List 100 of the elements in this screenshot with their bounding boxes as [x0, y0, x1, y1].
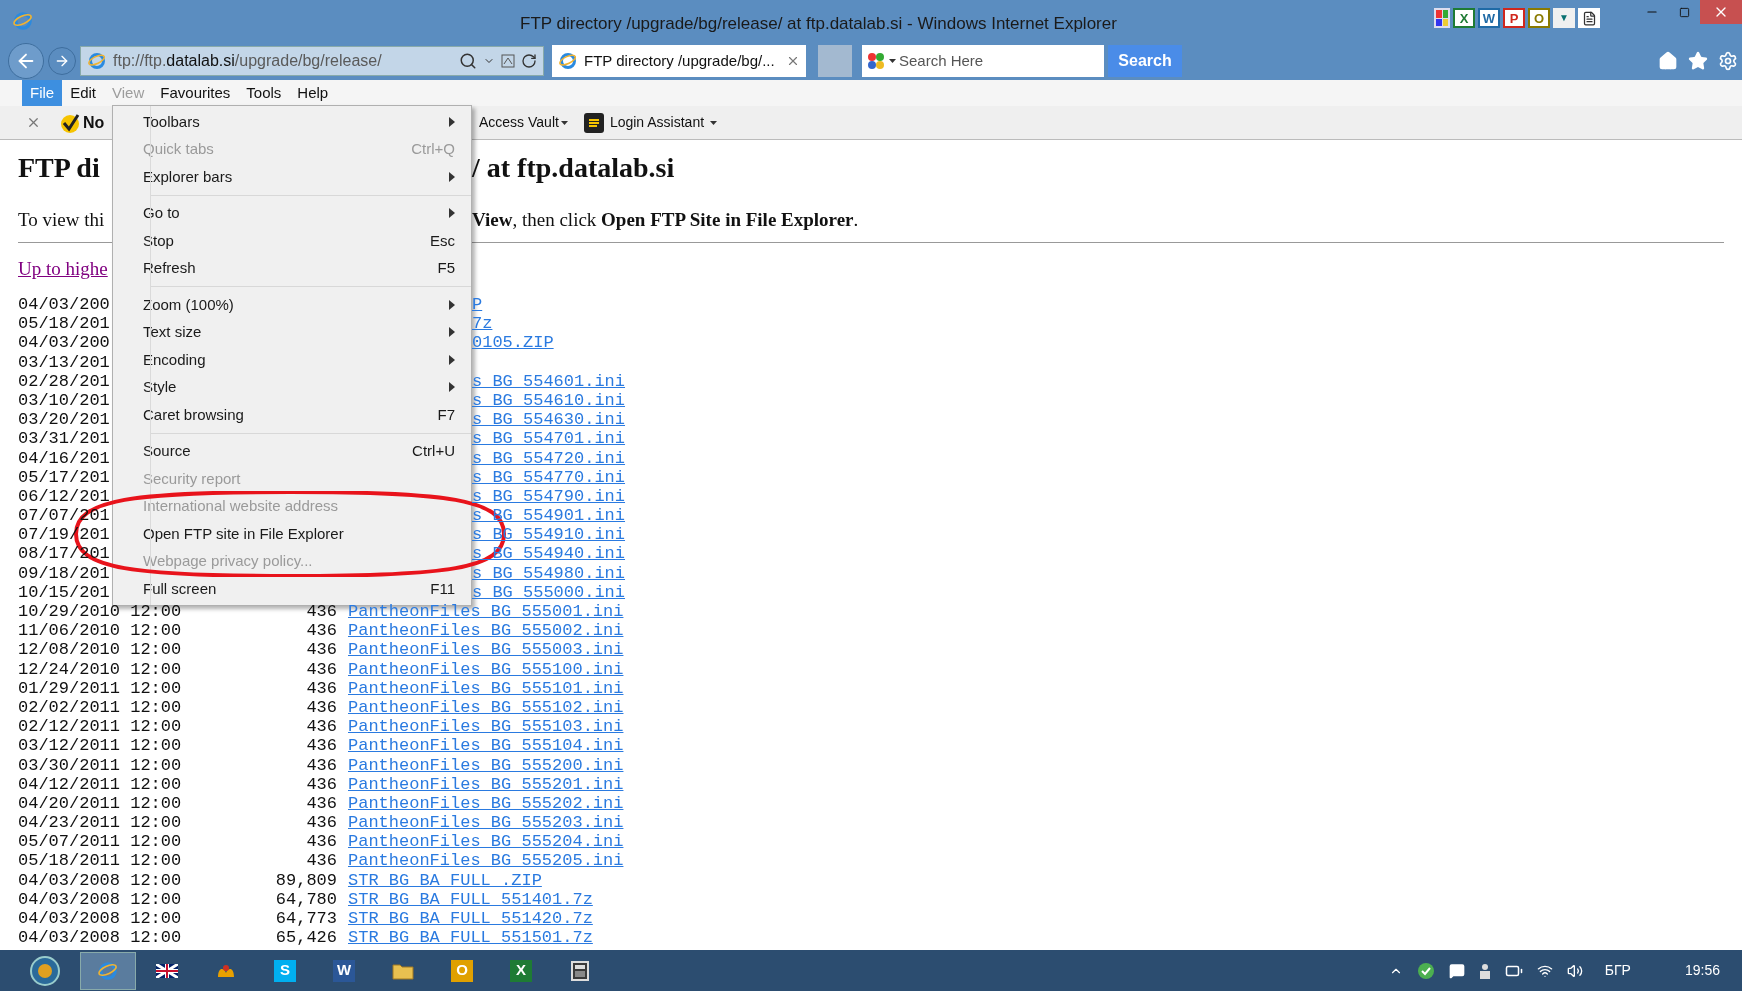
file-date: 04/23/2011 12:00 [18, 813, 182, 833]
caret-icon [710, 120, 718, 125]
file-link[interactable]: PantheonFiles BG 555201.ini [348, 774, 624, 794]
menu-bar-item[interactable]: Tools [238, 80, 290, 106]
file-link[interactable]: PantheonFiles BG 555003.ini [348, 640, 624, 660]
file-date: 01/29/2011 12:00 [18, 678, 182, 698]
menu-item[interactable]: Caret browsing F7 [113, 401, 471, 429]
file-link[interactable]: s BG 554601.ini [472, 371, 626, 391]
file-link[interactable]: s BG 554980.ini [472, 563, 626, 583]
toolbar-button[interactable]: P [1503, 8, 1525, 28]
file-date: 04/20/2011 12:00 [18, 793, 182, 813]
menu-item[interactable]: Source Ctrl+U [113, 437, 471, 465]
refresh-icon[interactable] [521, 53, 537, 69]
file-date: 04/03/2008 12:00 [18, 889, 182, 909]
menu-item[interactable]: Full screen F11 [113, 575, 471, 603]
file-link[interactable]: s BG 554630.ini [472, 410, 626, 430]
file-link[interactable]: 7z [472, 314, 493, 334]
file-link[interactable]: PantheonFiles BG 555104.ini [348, 736, 624, 756]
shield-check-icon[interactable] [1416, 961, 1435, 980]
menu-bar-item[interactable]: Favourites [152, 80, 239, 106]
file-link[interactable]: s BG 554610.ini [472, 390, 626, 411]
message-icon[interactable] [1448, 962, 1465, 979]
file-link[interactable]: PantheonFiles BG 555200.ini [348, 755, 624, 775]
menu-bar-item[interactable]: View [104, 80, 153, 106]
file-size: 436 [306, 602, 337, 622]
menu-item[interactable]: Encoding [113, 346, 471, 374]
notepad-icon [583, 112, 604, 133]
menu-item[interactable]: Zoom (100%) [113, 291, 471, 319]
menu-bar-item[interactable]: Help [289, 80, 337, 106]
file-link[interactable]: STR BG BA FULL .ZIP [348, 870, 542, 890]
menu-bar-item[interactable]: File [22, 80, 63, 106]
pinwheel-logo-icon [866, 51, 886, 71]
browser-tab[interactable]: FTP directory /upgrade/bg/... [552, 45, 806, 77]
address-bar[interactable]: ftp://ftp.datalab.si/upgrade/bg/release/ [80, 46, 544, 76]
window-title: FTP directory /upgrade/bg/release/ at ftp.datalab.si - Windows Internet Explorer [520, 13, 1117, 35]
back-button[interactable] [8, 43, 44, 79]
toolbar-dropdown[interactable]: Login Assistant [583, 112, 718, 133]
menu-item[interactable]: Toolbars [113, 108, 471, 136]
search-input[interactable]: Search Here [899, 49, 1100, 73]
search-button[interactable]: Search [1108, 45, 1182, 77]
tab-title: FTP directory /upgrade/bg/... [584, 50, 776, 71]
file-link[interactable]: PantheonFiles BG 555002.ini [348, 621, 624, 641]
file-link[interactable]: s BG 554701.ini [472, 429, 626, 449]
volume-icon[interactable] [1566, 962, 1583, 979]
file-date: 02/28/201 [18, 371, 110, 391]
menu-item[interactable]: Stop Esc [113, 227, 471, 255]
file-link[interactable]: PantheonFiles BG 555100.ini [348, 659, 624, 679]
taskbar-button[interactable]: S [257, 951, 313, 990]
compatibility-view-icon[interactable] [501, 54, 515, 68]
file-link[interactable]: s BG 554720.ini [472, 448, 626, 468]
file-link[interactable]: s BG 555000.ini [472, 582, 626, 602]
toolbar-dropdown[interactable]: Access Vault [479, 112, 568, 133]
file-link[interactable]: PantheonFiles BG 555205.ini [348, 851, 624, 871]
file-link[interactable]: STR BG BA FULL 551501.7z [348, 928, 593, 948]
taskbar-button[interactable]: O [434, 951, 490, 990]
file-link[interactable]: s BG 554790.ini [472, 486, 626, 507]
file-link[interactable]: PantheonFiles BG 555001.ini [348, 602, 624, 622]
file-link[interactable]: STR BG BA FULL 551420.7z [348, 909, 593, 929]
file-link[interactable]: s BG 554940.ini [472, 544, 626, 564]
toolbar-button[interactable]: W [1478, 8, 1500, 28]
home-icon[interactable] [1658, 51, 1678, 71]
taskbar-button[interactable]: X [493, 951, 549, 990]
file-link[interactable]: PantheonFiles BG 555204.ini [348, 832, 624, 852]
menu-item[interactable]: Text size [113, 318, 471, 346]
file-date: 09/18/201 [18, 563, 110, 583]
caret-icon [560, 120, 568, 125]
taskbar-button[interactable]: W [316, 951, 372, 990]
menu-item[interactable]: Refresh F5 [113, 254, 471, 282]
color-grid-icon[interactable] [1434, 8, 1450, 28]
file-link[interactable]: 0105.ZIP [472, 333, 554, 353]
file-link[interactable]: PantheonFiles BG 555202.ini [348, 793, 624, 814]
caret-icon [889, 59, 896, 63]
file-link[interactable]: s BG 554770.ini [472, 467, 626, 487]
menu-item[interactable]: Explorer bars [113, 163, 471, 191]
search-icon[interactable] [459, 52, 477, 70]
menu-item[interactable]: Style [113, 373, 471, 401]
menu-bar-item[interactable]: Edit [62, 80, 105, 106]
file-link[interactable]: PantheonFiles BG 555103.ini [348, 717, 624, 737]
parent-directory-link[interactable]: Up to highe [18, 254, 108, 284]
clock[interactable]: 19:56 [1684, 960, 1720, 981]
menu-item[interactable]: Go to [113, 199, 471, 227]
menu-item[interactable]: Open FTP site in File Explorer [113, 520, 471, 548]
toolbar-button[interactable]: ▼ [1553, 8, 1575, 28]
toolbar-button[interactable]: X [1453, 8, 1475, 28]
file-date: 03/13/201 [18, 352, 110, 372]
toolbar-button[interactable]: O [1528, 8, 1550, 28]
file-link[interactable]: P [472, 295, 483, 315]
settings-icon[interactable] [1718, 51, 1738, 71]
file-link[interactable]: STR BG BA FULL 551401.7z [348, 889, 593, 909]
file-link[interactable]: PantheonFiles BG 555203.ini [348, 813, 624, 833]
close-tab-icon[interactable] [786, 54, 800, 68]
person-icon[interactable] [1478, 962, 1491, 979]
file-link[interactable]: PantheonFiles BG 555101.ini [348, 678, 624, 698]
close-icon[interactable] [26, 115, 41, 130]
search-field[interactable]: Search Here [862, 45, 1104, 77]
file-link[interactable]: PantheonFiles BG 555102.ini [348, 697, 624, 718]
file-date: 05/17/201 [18, 467, 110, 487]
language-indicator[interactable]: БГР [1604, 960, 1631, 981]
document-icon[interactable] [1578, 8, 1600, 28]
star-icon[interactable] [1688, 51, 1708, 71]
